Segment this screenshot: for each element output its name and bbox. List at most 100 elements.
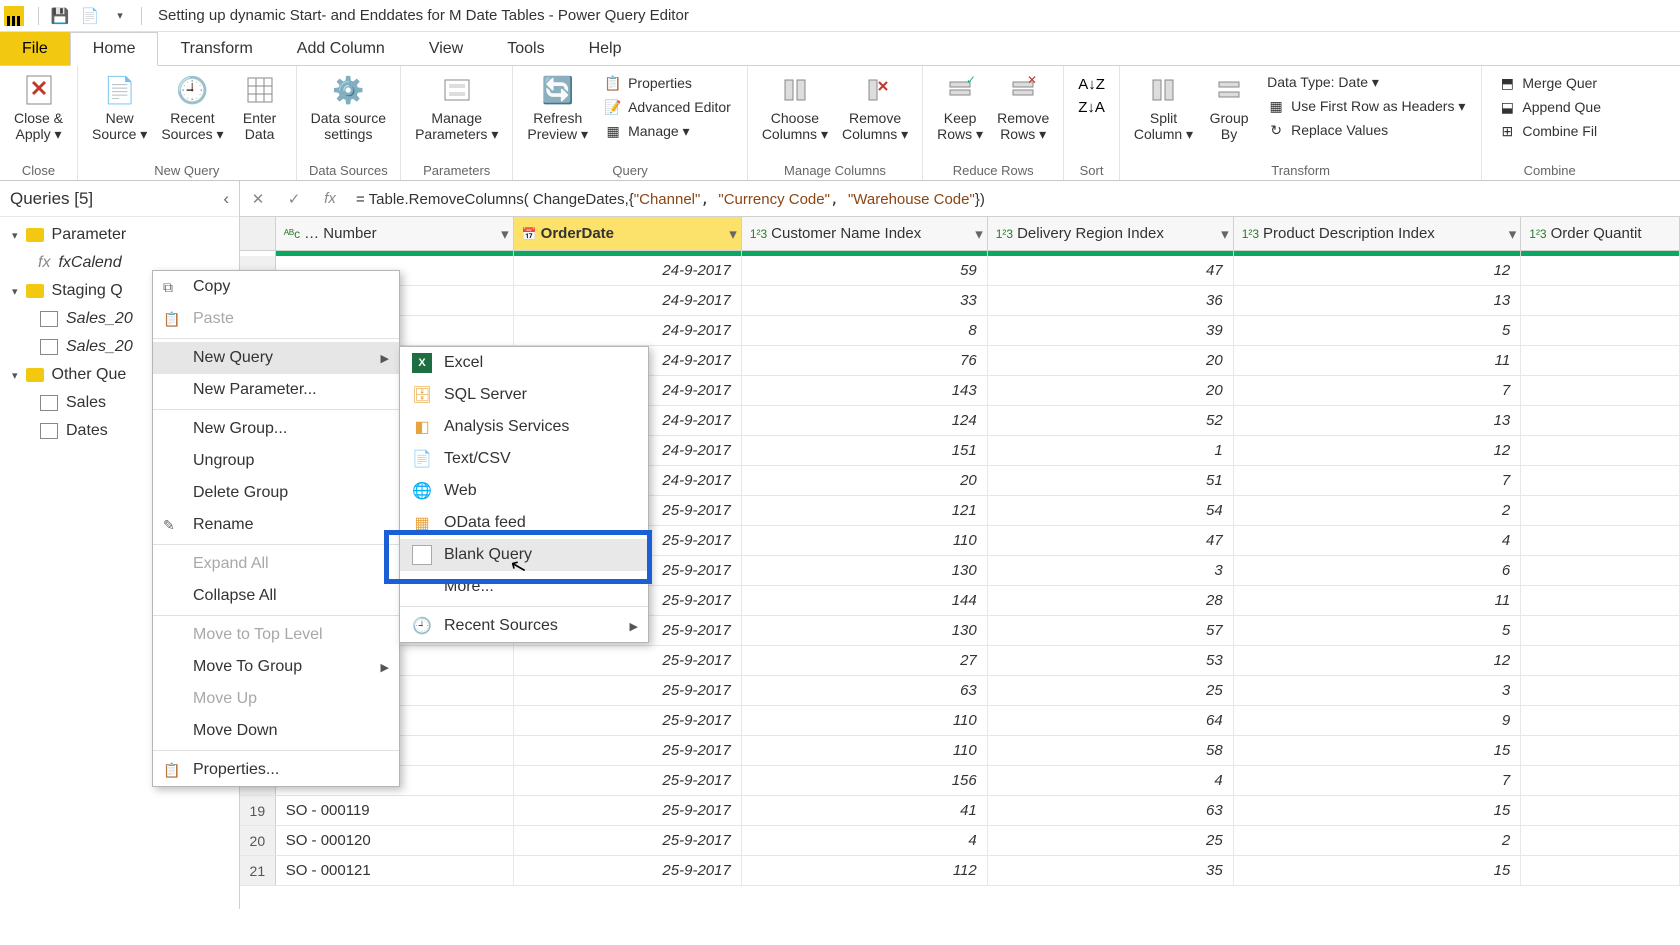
cell-product-index[interactable]: 3 <box>1234 676 1522 705</box>
cell-order-qty[interactable] <box>1521 706 1680 735</box>
cell-delivery-index[interactable]: 47 <box>988 526 1234 555</box>
cell-order-date[interactable]: 24-9-2017 <box>514 256 742 285</box>
cell-product-index[interactable]: 9 <box>1234 706 1522 735</box>
filter-dropdown-icon[interactable]: ▾ <box>975 225 983 243</box>
cell-product-index[interactable]: 6 <box>1234 556 1522 585</box>
cell-delivery-index[interactable]: 63 <box>988 796 1234 825</box>
cell-order-number[interactable]: SO - 000119 <box>276 796 514 825</box>
cell-order-date[interactable]: 24-9-2017 <box>514 316 742 345</box>
submenu-text-csv[interactable]: 📄Text/CSV <box>400 443 648 475</box>
recent-sources-button[interactable]: 🕘Recent Sources ▾ <box>155 70 229 144</box>
cell-delivery-index[interactable]: 3 <box>988 556 1234 585</box>
group-by-button[interactable]: Group By <box>1201 70 1257 144</box>
save-icon[interactable]: 💾 <box>49 5 71 27</box>
filter-dropdown-icon[interactable]: ▾ <box>1509 225 1517 243</box>
remove-columns-button[interactable]: Remove Columns ▾ <box>836 70 914 144</box>
cell-delivery-index[interactable]: 52 <box>988 406 1234 435</box>
cell-order-qty[interactable] <box>1521 586 1680 615</box>
submenu-analysis-services[interactable]: ◧Analysis Services <box>400 411 648 443</box>
table-row[interactable]: 24-9-20178395 <box>240 316 1680 346</box>
cell-order-date[interactable]: 25-9-2017 <box>514 796 742 825</box>
table-row[interactable]: 24-9-2017333613 <box>240 286 1680 316</box>
column-order-number[interactable]: ᴬᴮc… Number▾ <box>276 217 514 250</box>
submenu-more[interactable]: More... <box>400 571 648 603</box>
filter-dropdown-icon[interactable]: ▾ <box>1221 225 1229 243</box>
cell-delivery-index[interactable]: 39 <box>988 316 1234 345</box>
cell-customer-index[interactable]: 8 <box>742 316 988 345</box>
cell-delivery-index[interactable]: 4 <box>988 766 1234 795</box>
cell-customer-index[interactable]: 121 <box>742 496 988 525</box>
cell-order-qty[interactable] <box>1521 436 1680 465</box>
cell-delivery-index[interactable]: 36 <box>988 286 1234 315</box>
enter-data-button[interactable]: Enter Data <box>232 70 288 144</box>
properties-button[interactable]: 📋Properties <box>600 72 735 94</box>
cell-order-qty[interactable] <box>1521 826 1680 855</box>
cell-product-index[interactable]: 12 <box>1234 256 1522 285</box>
cell-order-qty[interactable] <box>1521 856 1680 885</box>
cell-product-index[interactable]: 4 <box>1234 526 1522 555</box>
submenu-excel[interactable]: XExcel <box>400 347 648 379</box>
cell-order-qty[interactable] <box>1521 316 1680 345</box>
cell-product-index[interactable]: 11 <box>1234 586 1522 615</box>
qat-dropdown-icon[interactable]: ▾ <box>109 5 131 27</box>
tab-tools[interactable]: Tools <box>485 32 566 65</box>
append-queries-button[interactable]: ⬓Append Que <box>1494 96 1605 118</box>
cell-delivery-index[interactable]: 35 <box>988 856 1234 885</box>
cell-customer-index[interactable]: 27 <box>742 646 988 675</box>
cell-customer-index[interactable]: 124 <box>742 406 988 435</box>
menu-move-to-group[interactable]: Move To Group▶ <box>153 651 399 683</box>
cell-delivery-index[interactable]: 64 <box>988 706 1234 735</box>
sort-desc-button[interactable]: Z↓A <box>1072 97 1111 118</box>
cell-customer-index[interactable]: 110 <box>742 706 988 735</box>
table-row[interactable]: 20SO - 00012025-9-20174252 <box>240 826 1680 856</box>
menu-move-down[interactable]: Move Down <box>153 715 399 747</box>
cell-order-number[interactable]: SO - 000120 <box>276 826 514 855</box>
table-row[interactable]: 25-9-201763253 <box>240 676 1680 706</box>
refresh-preview-button[interactable]: 🔄Refresh Preview ▾ <box>521 70 594 144</box>
submenu-web[interactable]: 🌐Web <box>400 475 648 507</box>
cell-product-index[interactable]: 13 <box>1234 286 1522 315</box>
cell-product-index[interactable]: 12 <box>1234 646 1522 675</box>
cell-customer-index[interactable]: 110 <box>742 736 988 765</box>
collapse-pane-icon[interactable]: ‹ <box>223 189 229 209</box>
cell-order-number[interactable]: SO - 000121 <box>276 856 514 885</box>
cell-customer-index[interactable]: 151 <box>742 436 988 465</box>
tab-home[interactable]: Home <box>70 32 159 66</box>
cell-delivery-index[interactable]: 28 <box>988 586 1234 615</box>
cell-product-index[interactable]: 7 <box>1234 466 1522 495</box>
cell-customer-index[interactable]: 20 <box>742 466 988 495</box>
column-order-qty[interactable]: 1²3Order Quantit <box>1521 217 1680 250</box>
cell-delivery-index[interactable]: 20 <box>988 346 1234 375</box>
column-customer-index[interactable]: 1²3Customer Name Index▾ <box>742 217 988 250</box>
manage-button[interactable]: ▦Manage ▾ <box>600 120 735 142</box>
menu-delete-group[interactable]: Delete Group <box>153 477 399 509</box>
remove-rows-button[interactable]: ✕Remove Rows ▾ <box>991 70 1055 144</box>
cell-customer-index[interactable]: 41 <box>742 796 988 825</box>
menu-new-parameter[interactable]: New Parameter... <box>153 374 399 406</box>
accept-formula-icon[interactable]: ✓ <box>276 185 312 213</box>
menu-properties[interactable]: 📋Properties... <box>153 754 399 786</box>
table-row[interactable]: 19SO - 00011925-9-2017416315 <box>240 796 1680 826</box>
cell-customer-index[interactable]: 4 <box>742 826 988 855</box>
filter-dropdown-icon[interactable]: ▾ <box>501 225 509 243</box>
tab-file[interactable]: File <box>0 32 70 65</box>
cell-delivery-index[interactable]: 58 <box>988 736 1234 765</box>
menu-new-query[interactable]: New Query▶ <box>153 342 399 374</box>
cancel-formula-icon[interactable]: ✕ <box>240 185 276 213</box>
cell-customer-index[interactable]: 76 <box>742 346 988 375</box>
menu-collapse-all[interactable]: Collapse All <box>153 580 399 612</box>
combine-files-button[interactable]: ⊞Combine Fil <box>1494 120 1605 142</box>
cell-customer-index[interactable]: 110 <box>742 526 988 555</box>
menu-new-group[interactable]: New Group... <box>153 413 399 445</box>
table-row[interactable]: 25-9-2017275312 <box>240 646 1680 676</box>
sort-asc-button[interactable]: A↓Z <box>1072 74 1111 95</box>
tab-transform[interactable]: Transform <box>158 32 274 65</box>
cell-product-index[interactable]: 5 <box>1234 316 1522 345</box>
menu-ungroup[interactable]: Ungroup <box>153 445 399 477</box>
cell-product-index[interactable]: 15 <box>1234 736 1522 765</box>
tab-view[interactable]: View <box>407 32 485 65</box>
cell-order-qty[interactable] <box>1521 256 1680 285</box>
submenu-odata[interactable]: ▦OData feed <box>400 507 648 539</box>
data-source-settings-button[interactable]: ⚙️Data source settings <box>305 70 392 144</box>
new-source-button[interactable]: 📄New Source ▾ <box>86 70 153 144</box>
